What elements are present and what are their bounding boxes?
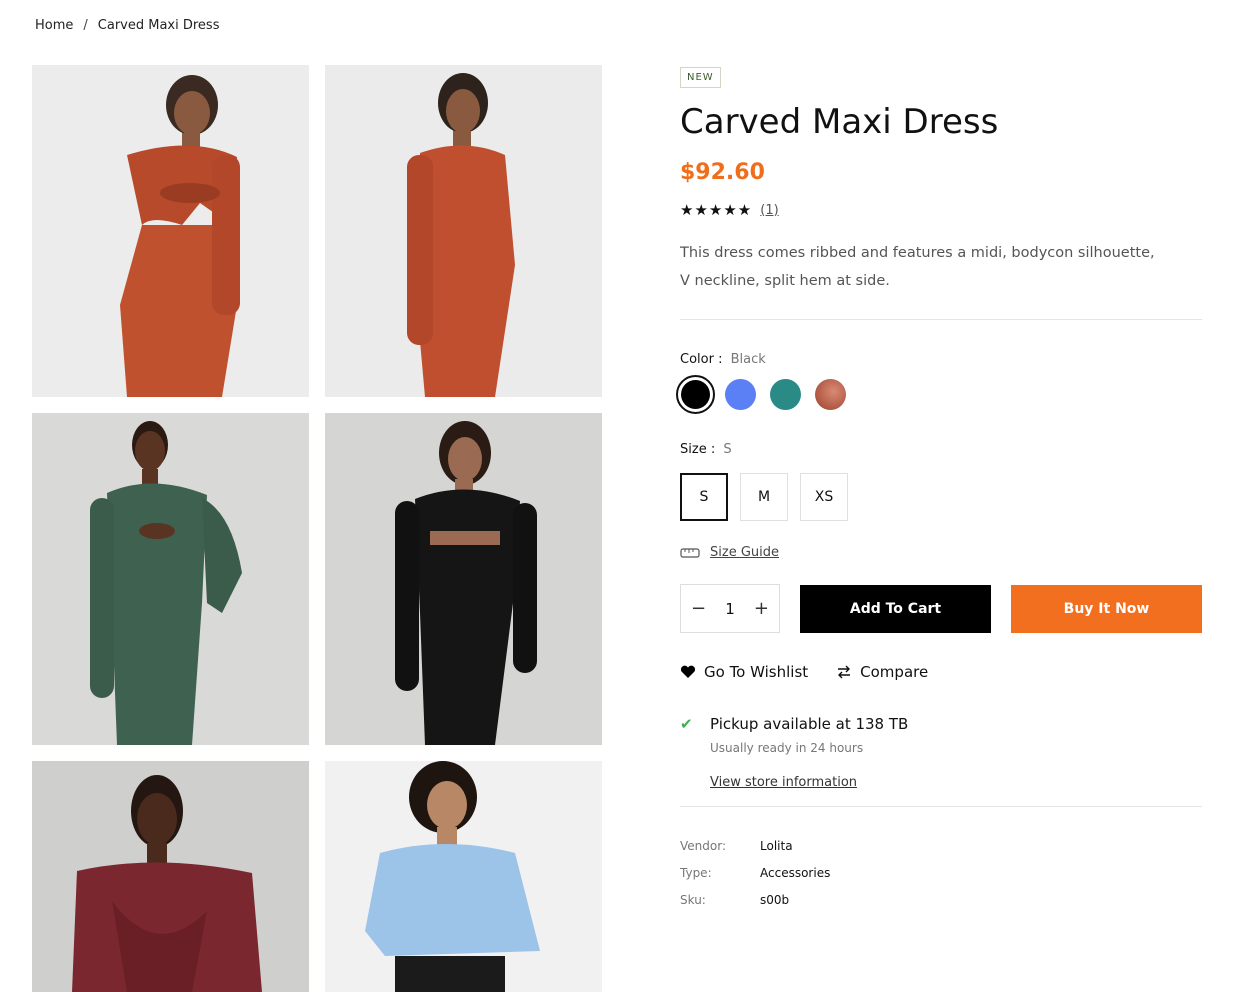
add-to-cart-button[interactable]: Add To Cart [800,584,991,633]
quantity-increase-button[interactable]: + [754,598,769,619]
sku-label: Sku: [680,893,706,907]
type-value: Accessories [760,866,831,880]
meta-row-vendor: Vendor: Lolita [680,839,1202,866]
size-options: S M XS [680,473,1202,521]
purchase-actions: − 1 + Add To Cart Buy It Now [680,584,1202,633]
divider [680,319,1202,320]
view-store-info-link[interactable]: View store information [710,775,857,790]
divider [680,806,1202,807]
color-selected-value: Black [730,352,766,367]
product-meta: Vendor: Lolita Type: Accessories Sku: s0… [680,839,1202,920]
compare-link[interactable]: Compare [836,663,928,681]
product-image-burgundy[interactable] [32,761,309,992]
size-option-s[interactable]: S [680,473,728,521]
type-label: Type: [680,866,712,880]
quantity-stepper: − 1 + [680,584,780,633]
new-badge: NEW [680,67,721,88]
product-price: $92.60 [680,160,765,185]
vendor-label: Vendor: [680,839,726,853]
product-rating: ★★★★★ (1) [680,201,1202,219]
pickup-title: Pickup available at 138 TB [710,715,909,733]
color-label: Color : Black [680,352,1202,367]
star-rating-icon: ★★★★★ [680,201,753,219]
ruler-icon [680,547,700,558]
pickup-subtitle: Usually ready in 24 hours [710,741,864,755]
color-label-text: Color : [680,352,723,367]
product-image-rust-side[interactable] [325,65,602,397]
quantity-value[interactable]: 1 [725,600,735,618]
size-guide-link[interactable]: Size Guide [710,545,779,560]
wishlist-link[interactable]: Go To Wishlist [680,663,808,681]
buy-now-button[interactable]: Buy It Now [1011,584,1202,633]
size-guide[interactable]: Size Guide [680,545,1202,560]
size-option-m[interactable]: M [740,473,788,521]
color-swatch-black[interactable] [676,375,715,414]
product-gallery [32,65,602,992]
color-swatch-teal[interactable] [770,379,801,410]
meta-row-type: Type: Accessories [680,866,1202,893]
wishlist-label: Go To Wishlist [704,663,809,681]
size-selected-value: S [723,442,732,457]
heart-icon [680,665,696,678]
product-image-black[interactable] [325,413,602,745]
quantity-decrease-button[interactable]: − [691,598,706,619]
color-swatches [676,375,1202,414]
breadcrumb-separator: / [83,18,88,33]
size-label: Size : S [680,442,1202,457]
secondary-actions: Go To Wishlist Compare [680,663,1202,681]
product-title: Carved Maxi Dress [680,102,999,142]
check-icon: ✔ [680,715,693,733]
size-label-text: Size : [680,442,716,457]
breadcrumb-home-link[interactable]: Home [35,18,73,33]
product-info: NEW Carved Maxi Dress $92.60 ★★★★★ (1) T… [676,65,1202,920]
sku-value: s00b [760,893,790,907]
product-image-green[interactable] [32,413,309,745]
meta-row-sku: Sku: s00b [680,893,1202,920]
product-image-blue-sweater[interactable] [325,761,602,992]
pickup-availability: ✔ Pickup available at 138 TB Usually rea… [680,715,1202,790]
color-swatch-rust[interactable] [815,379,846,410]
vendor-value: Lolita [760,839,793,853]
review-count-link[interactable]: (1) [760,203,778,218]
product-description: This dress comes ribbed and features a m… [680,245,1155,289]
compare-arrows-icon [838,665,851,679]
breadcrumb: Home / Carved Maxi Dress [35,18,219,33]
compare-label: Compare [860,663,929,681]
breadcrumb-current: Carved Maxi Dress [97,18,220,33]
product-image-rust-front[interactable] [32,65,309,397]
color-swatch-blue[interactable] [725,379,756,410]
size-option-xs[interactable]: XS [800,473,848,521]
